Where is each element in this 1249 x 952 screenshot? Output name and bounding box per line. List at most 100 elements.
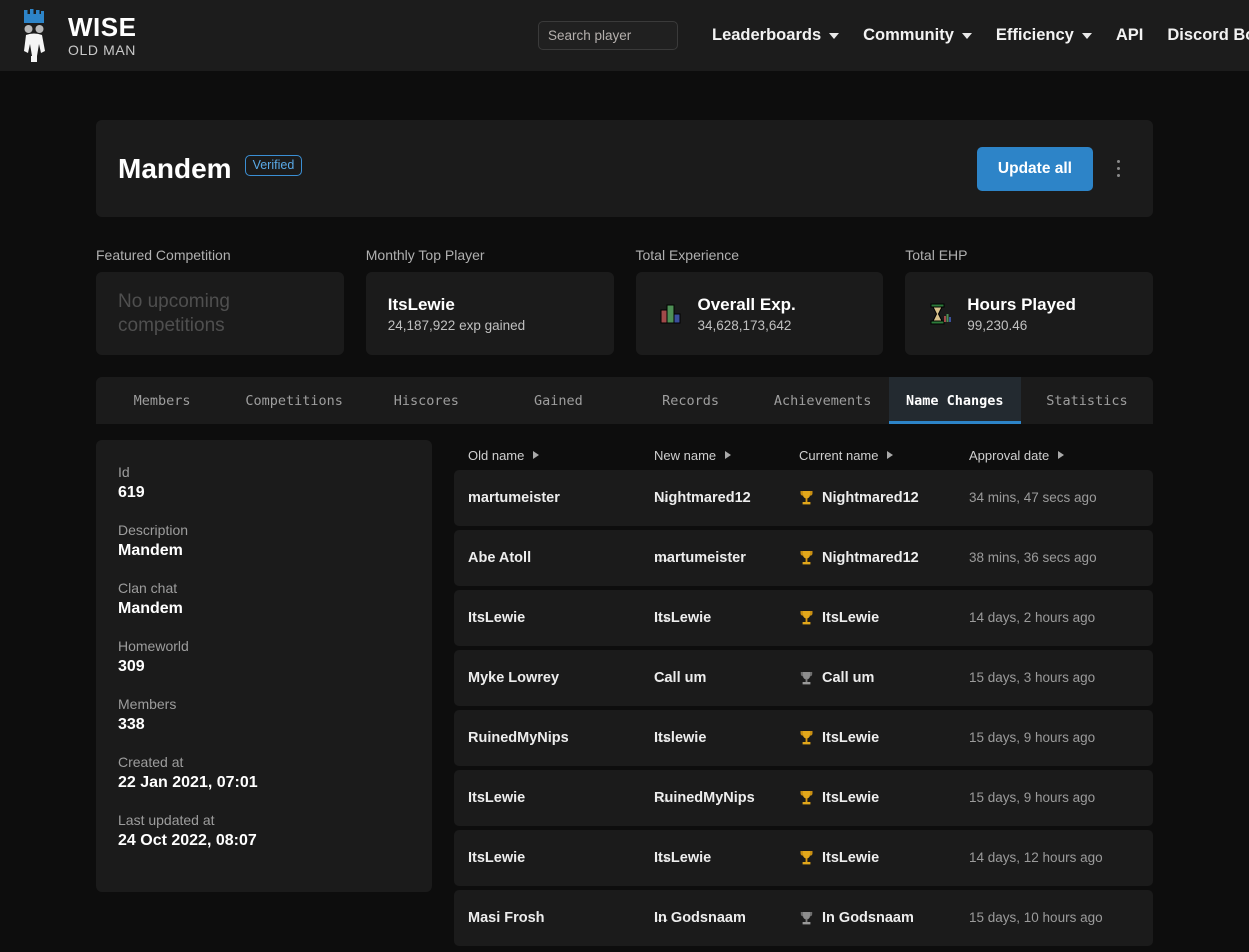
cell-new-name: Call um	[654, 670, 707, 686]
cell-current-name: In Godsnaam	[799, 910, 969, 926]
total-experience-card[interactable]: Overall Exp. 34,628,173,642	[635, 272, 884, 355]
info-value: 619	[118, 484, 145, 501]
stat-card-featured-competition: Featured Competition No upcoming competi…	[96, 247, 344, 355]
nav-item-community[interactable]: Community	[851, 20, 984, 51]
kebab-menu-icon[interactable]	[1105, 151, 1131, 187]
cell-new-name: RuinedMyNips	[654, 790, 755, 806]
tab-competitions[interactable]: Competitions	[228, 377, 360, 424]
tab-bar: Members Competitions Hiscores Gained Rec…	[96, 377, 1153, 424]
sort-arrow-icon[interactable]	[1058, 451, 1065, 459]
info-value: Mandem	[118, 600, 183, 617]
cell-old-name: Abe Atoll	[468, 550, 532, 566]
cell-old-name: ItsLewie	[468, 850, 526, 866]
table-row[interactable]: RuinedMyNips → Itslewie ItsLewie 15 days…	[454, 710, 1153, 766]
cell-current-name: ItsLewie	[799, 610, 969, 626]
cell-approval-date: 15 days, 9 hours ago	[969, 730, 1096, 745]
info-value: Mandem	[118, 542, 183, 559]
tab-records[interactable]: Records	[625, 377, 757, 424]
tab-statistics[interactable]: Statistics	[1021, 377, 1153, 424]
column-header-current-name[interactable]: Current name	[799, 448, 969, 463]
nav-label: Efficiency	[995, 26, 1074, 44]
brand-title: WISE	[68, 12, 137, 42]
nav-item-discord-bot[interactable]: Discord Bot	[1155, 20, 1249, 51]
table-row[interactable]: martumeister → Nightmared12 Nightmared12…	[454, 470, 1153, 526]
card-label: Featured Competition	[96, 247, 231, 263]
group-info-panel: Id 619 Description Mandem Clan chat Mand…	[96, 440, 432, 892]
table-row[interactable]: Myke Lowrey → Call um Call um 15 days, 3…	[454, 650, 1153, 706]
cell-approval-date: 38 mins, 36 secs ago	[969, 550, 1097, 565]
card-label: Total EHP	[905, 247, 968, 263]
cell-old-name: martumeister	[468, 490, 560, 506]
column-header-old-name[interactable]: Old name	[468, 448, 654, 463]
info-row-id: Id 619	[118, 464, 410, 502]
search-input[interactable]	[538, 21, 678, 50]
info-row-created-at: Created at 22 Jan 2021, 07:01	[118, 754, 410, 792]
stat-card-total-experience: Total Experience Overall Exp. 34,628,173…	[635, 247, 884, 355]
brand-subtitle: OLD MAN	[68, 42, 136, 58]
total-ehp-card[interactable]: Hours Played 99,230.46	[905, 272, 1153, 355]
info-row-description: Description Mandem	[118, 522, 410, 560]
sort-arrow-icon[interactable]	[533, 451, 540, 459]
info-key: Id	[118, 464, 130, 480]
monthly-top-player-card[interactable]: ItsLewie 24,187,922 exp gained	[365, 272, 614, 355]
cell-current-name: Call um	[799, 670, 969, 686]
current-name-text: ItsLewie	[822, 610, 880, 626]
info-value: 338	[118, 716, 145, 733]
cell-current-name: Nightmared12	[799, 550, 969, 566]
stat-card-total-ehp: Total EHP Hours Played 99,230.46	[905, 247, 1153, 355]
cell-old-name: Masi Frosh	[468, 910, 545, 926]
cell-new-name: Nightmared12	[654, 490, 751, 506]
gold-trophy-icon	[799, 730, 814, 746]
nav-item-efficiency[interactable]: Efficiency	[984, 20, 1104, 51]
info-key: Members	[118, 696, 177, 712]
column-label: Approval date	[969, 447, 1050, 463]
update-all-button[interactable]: Update all	[976, 146, 1093, 191]
grey-helmet-icon	[799, 670, 814, 686]
current-name-text: Call um	[822, 670, 875, 686]
page-content: Mandem Verified Update all Featured Comp…	[0, 120, 1249, 950]
tab-name-changes[interactable]: Name Changes	[888, 377, 1022, 424]
tab-members[interactable]: Members	[96, 377, 228, 424]
cell-new-name: ItsLewie	[654, 610, 712, 626]
info-key: Clan chat	[118, 580, 178, 596]
table-row[interactable]: ItsLewie → ItsLewie ItsLewie 14 days, 12…	[454, 830, 1153, 886]
chevron-down-icon	[961, 32, 972, 39]
tab-gained[interactable]: Gained	[492, 377, 624, 424]
brand-logo[interactable]: WISE OLD MAN	[14, 8, 137, 63]
card-subvalue: 99,230.46	[967, 317, 1028, 333]
name-changes-table: Old name New name Current name Approval …	[454, 440, 1153, 950]
cell-current-name: ItsLewie	[799, 850, 969, 866]
cell-old-name: ItsLewie	[468, 790, 526, 806]
info-row-last-updated-at: Last updated at 24 Oct 2022, 08:07	[118, 812, 410, 850]
sort-arrow-icon[interactable]	[725, 451, 732, 459]
column-header-new-name[interactable]: New name	[654, 448, 799, 463]
card-value: Hours Played	[967, 294, 1076, 314]
table-body: martumeister → Nightmared12 Nightmared12…	[454, 470, 1153, 946]
table-row[interactable]: ItsLewie → RuinedMyNips ItsLewie 15 days…	[454, 770, 1153, 826]
cell-approval-date: 14 days, 2 hours ago	[969, 610, 1096, 625]
gold-trophy-icon	[799, 850, 814, 866]
status-badge: Verified	[244, 155, 303, 176]
group-header-card: Mandem Verified Update all	[96, 120, 1153, 217]
chevron-down-icon	[1081, 32, 1092, 39]
nav-item-api[interactable]: API	[1104, 20, 1156, 51]
cell-new-name: In Godsnaam	[654, 910, 746, 926]
table-row[interactable]: ItsLewie → ItsLewie ItsLewie 14 days, 2 …	[454, 590, 1153, 646]
current-name-text: ItsLewie	[822, 850, 880, 866]
nav-label: API	[1115, 26, 1144, 44]
current-name-text: ItsLewie	[822, 730, 880, 746]
sort-arrow-icon[interactable]	[887, 451, 894, 459]
table-row[interactable]: Masi Frosh → In Godsnaam In Godsnaam 15 …	[454, 890, 1153, 946]
table-row[interactable]: Abe Atoll → martumeister Nightmared12 38…	[454, 530, 1153, 586]
cell-old-name: RuinedMyNips	[468, 730, 569, 746]
nav-item-leaderboards[interactable]: Leaderboards	[700, 20, 851, 51]
tab-hiscores[interactable]: Hiscores	[360, 377, 492, 424]
empty-state-text: No upcoming competitions	[118, 291, 230, 336]
featured-competition-card[interactable]: No upcoming competitions	[96, 272, 344, 355]
tab-achievements[interactable]: Achievements	[757, 377, 889, 424]
info-value: 309	[118, 658, 145, 675]
column-header-approval-date[interactable]: Approval date	[969, 448, 1153, 463]
gold-trophy-icon	[799, 790, 814, 806]
current-name-text: Nightmared12	[822, 490, 919, 506]
hourglass-pixel-icon	[927, 301, 953, 327]
